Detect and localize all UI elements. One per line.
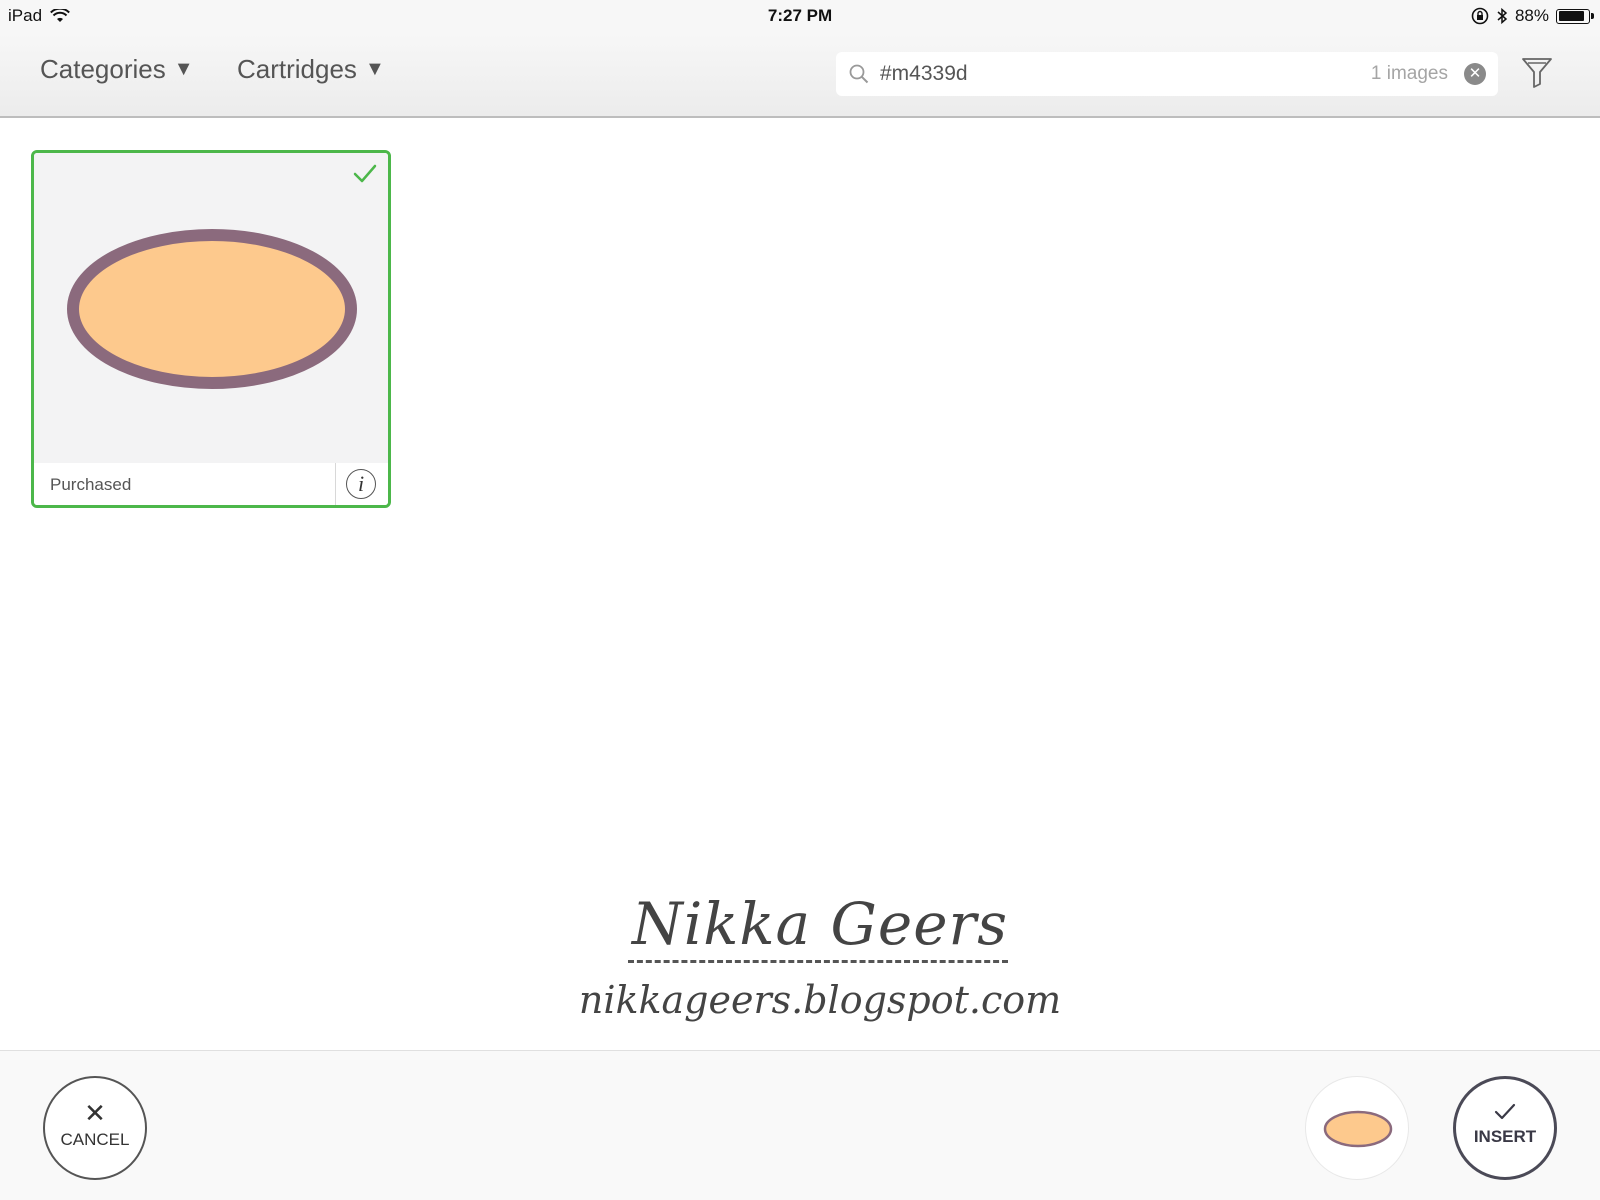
cancel-label: CANCEL	[60, 1130, 130, 1149]
cancel-button[interactable]: ✕ CANCEL	[43, 1076, 147, 1180]
close-icon: ✕	[84, 1098, 106, 1128]
image-card[interactable]: Purchased i	[31, 150, 391, 508]
oval-shape	[67, 229, 357, 389]
categories-dropdown[interactable]: Categories ▼	[40, 54, 194, 85]
card-footer: Purchased i	[34, 463, 388, 505]
battery-icon	[1556, 8, 1594, 24]
cartridges-dropdown[interactable]: Cartridges ▼	[237, 54, 385, 85]
purchase-status: Purchased	[50, 475, 132, 494]
battery-fill	[1558, 11, 1585, 21]
search-box: 1 images ✕	[836, 52, 1498, 96]
clear-search-icon[interactable]: ✕	[1464, 63, 1486, 85]
insert-label: INSERT	[1473, 1127, 1537, 1146]
categories-caret-icon: ▼	[173, 58, 194, 80]
categories-label: Categories	[40, 54, 166, 84]
watermark-url: nikkageers.blogspot.com	[578, 978, 1062, 1022]
watermark-name: Nikka Geers	[631, 890, 1009, 958]
watermark: Nikka Geers nikkageers.blogspot.com	[560, 890, 1080, 1022]
image-preview[interactable]	[34, 153, 388, 463]
selected-image-thumbnail[interactable]	[1305, 1076, 1409, 1180]
status-right: 88%	[1471, 6, 1594, 26]
status-bar: iPad 7:27 PM 88%	[0, 0, 1600, 34]
search-result-count: 1 images	[1370, 63, 1448, 84]
checkmark-icon	[1494, 1103, 1516, 1120]
cartridges-label: Cartridges	[237, 54, 357, 84]
watermark-dashes	[628, 960, 1008, 964]
filter-icon[interactable]	[1520, 54, 1554, 90]
search-icon	[849, 64, 869, 84]
cartridges-caret-icon: ▼	[364, 58, 385, 80]
card-divider	[335, 463, 336, 505]
bluetooth-icon	[1497, 7, 1508, 25]
rotation-lock-icon	[1471, 7, 1489, 25]
selected-check-icon	[353, 164, 377, 183]
toolbar: Categories ▼ Cartridges ▼ 1 images ✕	[0, 34, 1600, 118]
thumbnail-oval-shape	[1323, 1110, 1393, 1148]
insert-button[interactable]: INSERT	[1453, 1076, 1557, 1180]
search-input[interactable]	[880, 58, 1350, 90]
battery-percent: 88%	[1514, 6, 1549, 25]
bottom-bar: ✕ CANCEL INSERT	[0, 1050, 1600, 1200]
status-time: 7:27 PM	[767, 6, 833, 25]
info-icon[interactable]: i	[346, 469, 376, 499]
